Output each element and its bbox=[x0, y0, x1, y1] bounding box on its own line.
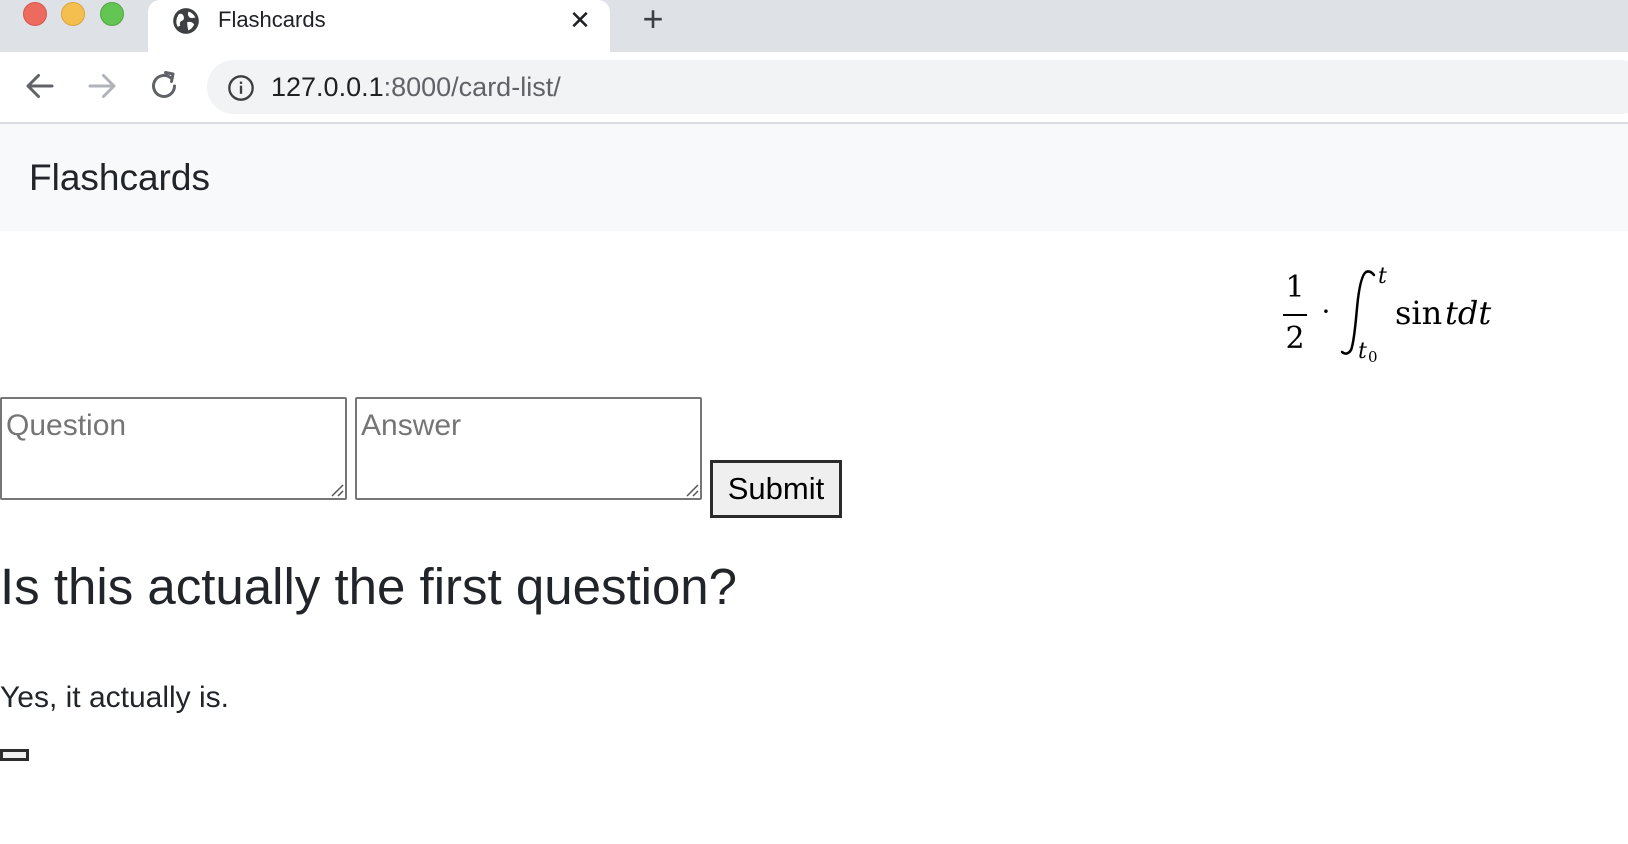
forward-arrow-icon[interactable] bbox=[84, 68, 120, 104]
zoom-window-button[interactable] bbox=[100, 2, 124, 26]
globe-icon bbox=[173, 8, 199, 34]
navbar-brand[interactable]: Flashcards bbox=[29, 158, 210, 198]
address-bar[interactable]: 127.0.0.1:8000/card-list/ bbox=[207, 60, 1628, 114]
question-placeholder: Question bbox=[6, 409, 127, 442]
question-textarea[interactable]: Question bbox=[0, 397, 347, 500]
url-text[interactable]: 127.0.0.1:8000/card-list/ bbox=[271, 71, 561, 103]
back-arrow-icon[interactable] bbox=[22, 68, 58, 104]
close-window-button[interactable] bbox=[23, 2, 47, 26]
answer-placeholder: Answer bbox=[361, 409, 462, 442]
integral-lower-limit: t bbox=[1358, 339, 1367, 364]
resize-grip-icon[interactable] bbox=[328, 481, 344, 497]
resize-grip-icon[interactable] bbox=[683, 481, 699, 497]
card-question: Is this actually the first question? bbox=[0, 558, 738, 616]
integrand-body: tdt bbox=[1445, 294, 1491, 332]
fraction-denominator: 2 bbox=[1285, 321, 1304, 356]
reload-icon[interactable] bbox=[146, 68, 182, 104]
browser-tab[interactable]: Flashcards ✕ bbox=[148, 0, 610, 52]
integrand-function: sin bbox=[1395, 294, 1442, 332]
math-formula: 1 2 · t t 0 sin tdt bbox=[1283, 264, 1491, 366]
close-tab-icon[interactable]: ✕ bbox=[566, 6, 594, 34]
browser-tabstrip: Flashcards ✕ + bbox=[0, 0, 1628, 52]
fraction-numerator: 1 bbox=[1285, 270, 1304, 305]
info-icon[interactable] bbox=[227, 74, 255, 102]
minimize-window-button[interactable] bbox=[61, 2, 85, 26]
submit-button[interactable]: Submit bbox=[710, 460, 842, 518]
tab-title: Flashcards bbox=[218, 7, 326, 32]
url-path: :8000/card-list/ bbox=[383, 72, 561, 102]
site-navbar: Flashcards bbox=[0, 124, 1628, 231]
integral-upper-limit: t bbox=[1378, 264, 1387, 289]
answer-textarea[interactable]: Answer bbox=[355, 397, 702, 500]
dot-operator: · bbox=[1322, 295, 1331, 328]
card-action-button[interactable] bbox=[0, 749, 29, 761]
integral-lower-subscript: 0 bbox=[1368, 348, 1378, 366]
card-answer: Yes, it actually is. bbox=[0, 681, 229, 714]
url-host: 127.0.0.1 bbox=[271, 72, 384, 102]
browser-toolbar: 127.0.0.1:8000/card-list/ bbox=[0, 52, 1628, 124]
new-tab-button[interactable]: + bbox=[636, 1, 670, 37]
